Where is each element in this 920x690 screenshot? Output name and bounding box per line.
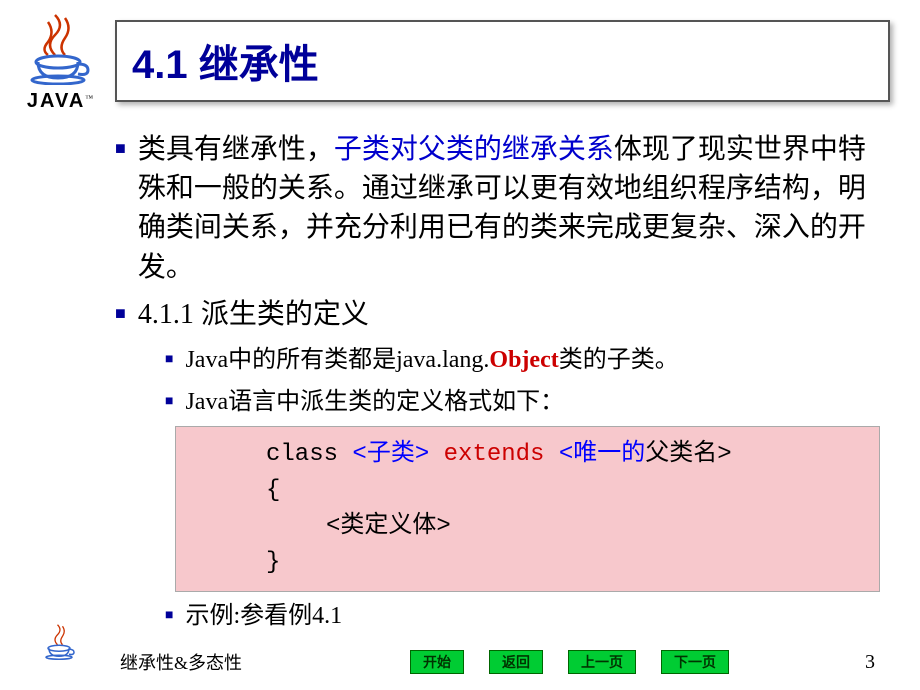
bullet-mark: ■ <box>115 138 126 159</box>
tm-symbol: ™ <box>85 94 93 103</box>
sub-bullet-text: Java语言中派生类的定义格式如下： <box>185 384 564 420</box>
content-area: ■ 类具有继承性，子类对父类的继承关系体现了现实世界中特殊和一般的关系。通过继承… <box>115 130 890 640</box>
bullet-2: ■ 4.1.1 派生类的定义 <box>115 295 890 334</box>
sub-bullet-1: ■ Java中的所有类都是java.lang.Object类的子类。 <box>165 342 890 378</box>
nav-buttons: 开始 返回 上一页 下一页 <box>410 650 729 674</box>
footer: 继承性&多态性 开始 返回 上一页 下一页 3 <box>0 649 920 675</box>
bullet-mark: ■ <box>165 352 173 368</box>
code-line-4: } <box>266 545 789 581</box>
bullet-text: 4.1.1 派生类的定义 <box>138 295 369 334</box>
next-button[interactable]: 下一页 <box>661 650 729 674</box>
sub-bullet-3: ■ 示例:参看例4.1 <box>165 598 890 634</box>
sub-bullet-text: Java中的所有类都是java.lang.Object类的子类。 <box>185 342 678 378</box>
prev-button[interactable]: 上一页 <box>568 650 636 674</box>
start-button[interactable]: 开始 <box>410 650 464 674</box>
code-block: class <子类> extends <唯一的父类名> { <类定义体> } <box>175 426 880 592</box>
java-logo-large: JAVA™ <box>20 10 100 113</box>
page-number: 3 <box>865 651 875 674</box>
title-container: 4.1 继承性 <box>115 20 890 102</box>
sub-bullet-2: ■ Java语言中派生类的定义格式如下： <box>165 384 890 420</box>
code-line-3: <类定义体> <box>266 509 789 545</box>
bullet-mark: ■ <box>165 394 173 410</box>
bullet-mark: ■ <box>165 608 173 624</box>
slide-title: 4.1 继承性 <box>132 32 873 90</box>
bullet-text: 类具有继承性，子类对父类的继承关系体现了现实世界中特殊和一般的关系。通过继承可以… <box>138 130 890 287</box>
java-logo-text: JAVA <box>27 90 85 112</box>
bullet-1: ■ 类具有继承性，子类对父类的继承关系体现了现实世界中特殊和一般的关系。通过继承… <box>115 130 890 287</box>
code-line-1: class <子类> extends <唯一的父类名> <box>266 437 789 473</box>
back-button[interactable]: 返回 <box>489 650 543 674</box>
footer-title: 继承性&多态性 <box>120 649 242 675</box>
sub-bullet-text: 示例:参看例4.1 <box>185 598 342 634</box>
bullet-mark: ■ <box>115 303 126 324</box>
code-line-2: { <box>266 473 789 509</box>
java-cup-icon <box>30 10 90 85</box>
